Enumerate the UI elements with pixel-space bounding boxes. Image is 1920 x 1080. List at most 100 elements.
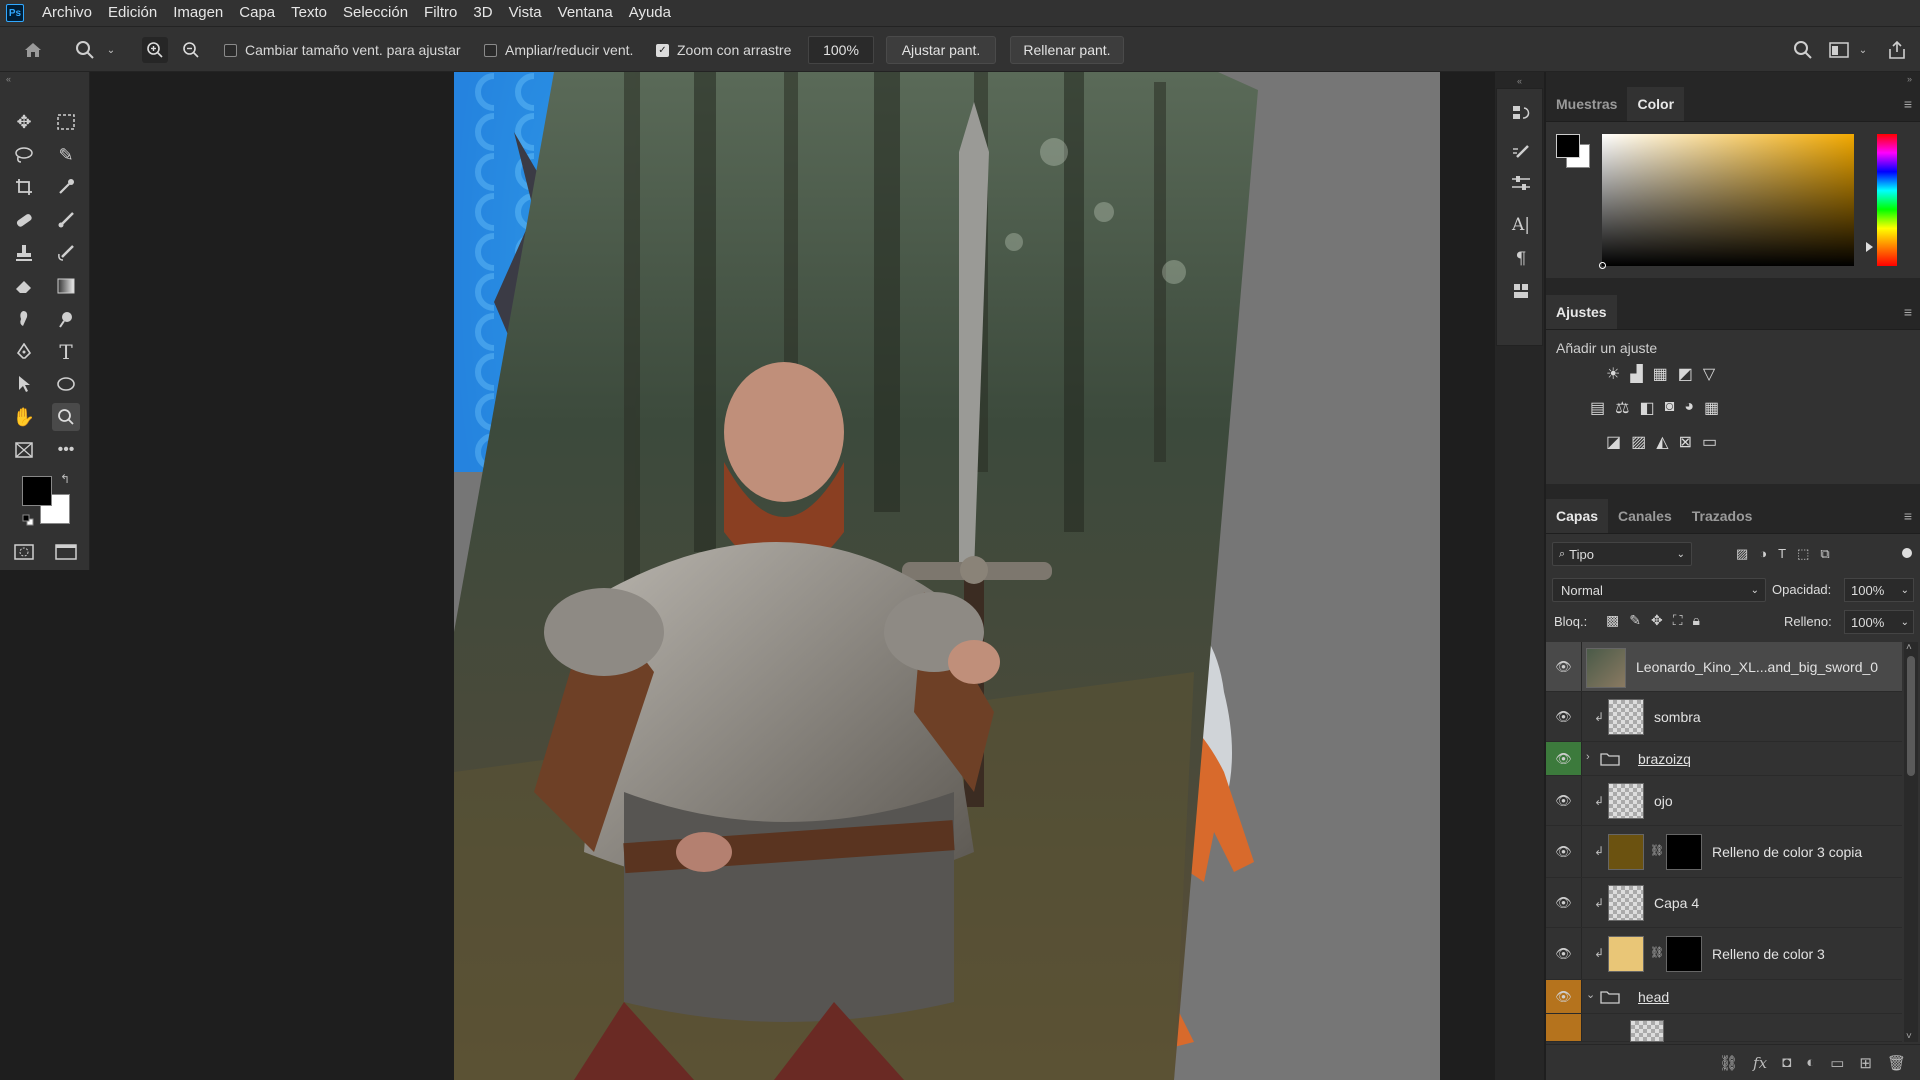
collapse-dock-icon[interactable]: » (1907, 74, 1912, 84)
vibrance-icon[interactable]: ▽ (1703, 364, 1715, 384)
tab-layers[interactable]: Capas (1546, 499, 1609, 533)
resize-windows-option[interactable]: Cambiar tamaño vent. para ajustar (224, 27, 461, 73)
type-tool-icon[interactable]: T (52, 338, 80, 366)
layer-name[interactable]: head (1638, 989, 1669, 1005)
menu-seleccion[interactable]: Selección (335, 0, 416, 26)
tab-swatches[interactable]: Muestras (1546, 87, 1627, 121)
more-tools-icon[interactable]: ••• (52, 436, 80, 464)
hand-tool-icon[interactable]: ✋ (10, 403, 38, 431)
healing-brush-tool-icon[interactable] (10, 206, 38, 234)
libraries-panel-icon[interactable] (1507, 277, 1535, 305)
menu-archivo[interactable]: Archivo (30, 0, 100, 26)
share-icon[interactable] (1886, 39, 1908, 61)
character-panel-icon[interactable]: A| (1507, 211, 1535, 239)
lock-all-icon[interactable]: 🔒︎ (1693, 612, 1700, 629)
marquee-tool-icon[interactable] (52, 108, 80, 136)
visibility-eye-icon[interactable]: 👁︎ (1546, 642, 1582, 691)
color-panel-menu-icon[interactable]: ≡ (1904, 96, 1912, 112)
levels-icon[interactable]: ▟ (1630, 364, 1642, 384)
visibility-eye-icon[interactable]: 👁︎ (1546, 980, 1582, 1013)
channel-mixer-icon[interactable]: ◕ (1684, 398, 1694, 418)
visibility-eye-icon[interactable]: 👁︎ (1546, 742, 1582, 775)
layer-group-row[interactable]: 👁︎ ⌄ head (1546, 980, 1902, 1014)
layers-scrollbar[interactable]: ˄ ˅ (1904, 642, 1918, 1042)
layer-row[interactable]: 👁︎ ↲ ⛓︎ Relleno de color 3 copia (1546, 826, 1902, 878)
tab-paths[interactable]: Trazados (1682, 499, 1763, 533)
fill-chevron-icon[interactable]: ⌄ (1901, 617, 1909, 628)
quick-selection-tool-icon[interactable]: ✎ (52, 141, 80, 169)
posterize-icon[interactable]: ▨ (1631, 432, 1646, 452)
menu-edicion[interactable]: Edición (100, 0, 165, 26)
filter-type-icon[interactable]: T (1778, 546, 1786, 562)
opacity-field[interactable]: 100% ⌄ (1844, 578, 1914, 602)
blend-mode-select[interactable]: Normal ⌄ (1552, 578, 1766, 602)
menu-3d[interactable]: 3D (465, 0, 500, 26)
screen-mode-icon[interactable] (52, 538, 80, 566)
lock-transparent-icon[interactable]: ▩ (1606, 612, 1619, 629)
group-collapse-chevron-icon[interactable]: ⌄ (1586, 988, 1595, 1001)
scrollbar-thumb[interactable] (1907, 656, 1915, 776)
eraser-tool-icon[interactable] (10, 272, 38, 300)
brightness-contrast-icon[interactable]: ☀ (1606, 364, 1620, 384)
new-adjustment-icon[interactable]: ◐ (1806, 1054, 1815, 1071)
group-expand-chevron-icon[interactable]: › (1586, 751, 1590, 763)
menu-texto[interactable]: Texto (283, 0, 335, 26)
layer-row[interactable]: 👁︎ ↲ ojo (1546, 776, 1902, 826)
layers-panel-menu-icon[interactable]: ≡ (1904, 508, 1912, 524)
color-picker-handle[interactable] (1599, 262, 1606, 269)
layer-name[interactable]: sombra (1654, 709, 1701, 725)
curves-icon[interactable]: ▦ (1653, 364, 1668, 384)
link-layers-icon[interactable]: ⛓︎ (1719, 1054, 1738, 1072)
add-mask-icon[interactable]: ◘ (1782, 1054, 1791, 1071)
tab-adjustments[interactable]: Ajustes (1546, 295, 1617, 329)
layer-name[interactable]: ojo (1654, 793, 1673, 809)
link-chain-icon[interactable]: ⛓︎ (1650, 946, 1664, 959)
layer-filter-select[interactable]: ⌕ Tipo ⌄ (1552, 542, 1692, 566)
fill-screen-button[interactable]: Rellenar pant. (1010, 36, 1124, 64)
zoom-tool-preset-icon[interactable] (74, 39, 96, 61)
menu-filtro[interactable]: Filtro (416, 0, 465, 26)
menu-capa[interactable]: Capa (231, 0, 283, 26)
zoom-all-checkbox[interactable] (484, 43, 497, 57)
smudge-tool-icon[interactable] (10, 305, 38, 333)
paragraph-panel-icon[interactable]: ¶ (1507, 245, 1535, 273)
history-brush-tool-icon[interactable] (52, 239, 80, 267)
search-icon[interactable] (1792, 39, 1814, 61)
photo-filter-icon[interactable]: ◙ (1665, 398, 1675, 418)
workspace-chevron-icon[interactable]: ⌄ (1858, 43, 1868, 57)
layer-row[interactable]: 👁︎ Leonardo_Kino_XL...and_big_sword_0 (1546, 642, 1902, 692)
scrubby-zoom-option[interactable]: ✓ Zoom con arrastre (656, 27, 791, 73)
layer-name[interactable]: Relleno de color 3 copia (1712, 844, 1862, 860)
zoom-all-option[interactable]: Ampliar/reducir vent. (484, 27, 633, 73)
menu-ventana[interactable]: Ventana (550, 0, 621, 26)
chevron-down-icon[interactable]: ⌄ (106, 43, 116, 57)
filter-adjustment-icon[interactable]: ◑ (1759, 546, 1767, 562)
black-white-icon[interactable]: ◧ (1639, 398, 1654, 418)
visibility-eye-icon[interactable] (1546, 1014, 1582, 1041)
photoshop-logo-icon[interactable]: Ps (6, 4, 24, 22)
tab-channels[interactable]: Canales (1608, 499, 1682, 533)
layer-name[interactable]: Capa 4 (1654, 895, 1699, 911)
layer-row[interactable]: 👁︎ ↲ Capa 4 (1546, 878, 1902, 928)
clone-stamp-tool-icon[interactable] (10, 239, 38, 267)
new-group-icon[interactable]: ▭ (1830, 1054, 1844, 1072)
move-tool-icon[interactable]: ✥ (10, 108, 38, 136)
brush-tool-icon[interactable] (52, 206, 80, 234)
filter-toggle-icon[interactable] (1902, 548, 1912, 558)
hue-slider[interactable] (1877, 134, 1897, 266)
exposure-icon[interactable]: ◩ (1678, 364, 1693, 384)
layer-row[interactable] (1546, 1014, 1902, 1042)
ellipse-tool-icon[interactable] (52, 370, 80, 398)
hue-saturation-icon[interactable]: ▤ (1590, 398, 1605, 418)
path-selection-tool-icon[interactable] (10, 370, 38, 398)
filter-smart-object-icon[interactable]: ⧉ (1820, 546, 1829, 562)
filter-shape-icon[interactable]: ⬚ (1797, 546, 1809, 562)
visibility-eye-icon[interactable]: 👁︎ (1546, 826, 1582, 877)
delete-layer-icon[interactable]: 🗑︎ (1887, 1054, 1906, 1072)
pen-tool-icon[interactable] (10, 338, 38, 366)
color-balance-icon[interactable]: ⚖ (1615, 398, 1629, 418)
scroll-down-icon[interactable]: ˅ (1906, 1031, 1912, 1042)
layer-row[interactable]: 👁︎ ↲ ⛓︎ Relleno de color 3 (1546, 928, 1902, 980)
visibility-eye-icon[interactable]: 👁︎ (1546, 878, 1582, 927)
resize-windows-checkbox[interactable] (224, 43, 237, 57)
